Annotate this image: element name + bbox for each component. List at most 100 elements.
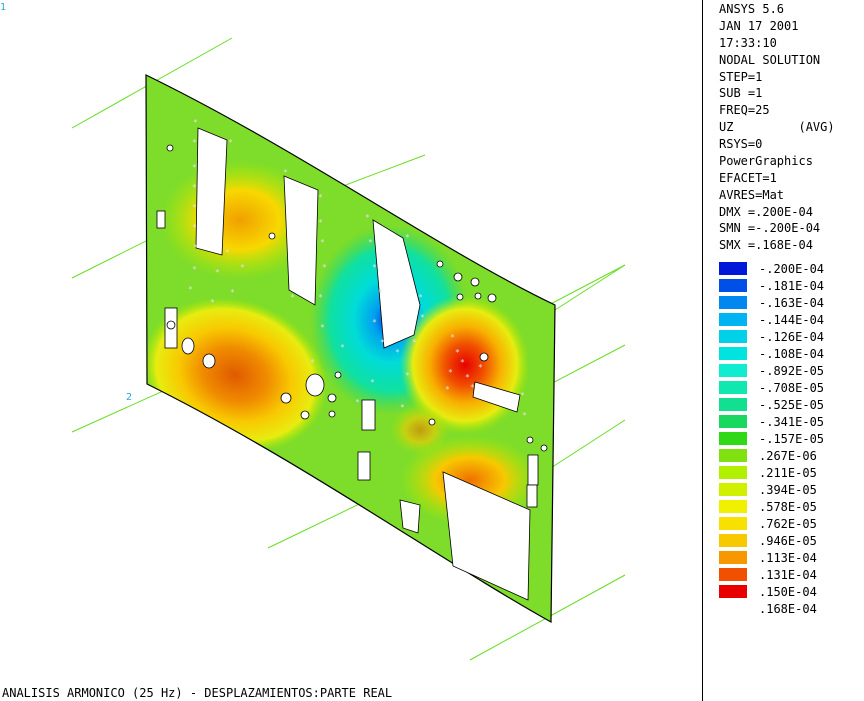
legend-swatch <box>719 551 747 564</box>
graphics-viewport[interactable]: * * * * * * * * * * * * * * * * * * * * * * * * * * * * * * * *… <box>0 0 702 701</box>
svg-text:*: * <box>322 263 327 272</box>
svg-text:*: * <box>192 265 197 274</box>
smx-value: SMX =.168E-04 <box>719 238 813 252</box>
svg-text:*: * <box>318 193 323 202</box>
legend-label: .946E-05 <box>759 534 817 548</box>
legend-swatch <box>719 381 747 394</box>
legend-swatch <box>719 483 747 496</box>
svg-text:*: * <box>240 263 245 272</box>
svg-text:*: * <box>372 318 377 327</box>
panel-divider <box>702 0 703 701</box>
corner-axis-label: 1 <box>0 2 7 13</box>
legend-swatch <box>719 517 747 530</box>
legend-label: -.892E-05 <box>759 364 825 378</box>
svg-text:*: * <box>405 371 410 380</box>
svg-text:*: * <box>310 358 315 367</box>
legend-label: .267E-06 <box>759 449 817 463</box>
svg-text:*: * <box>478 363 483 372</box>
step-value: STEP=1 <box>719 70 763 84</box>
svg-text:*: * <box>448 368 453 377</box>
svg-text:*: * <box>210 298 215 307</box>
svg-text:*: * <box>412 338 417 347</box>
legend-label: -.200E-04 <box>759 262 825 276</box>
svg-text:*: * <box>225 248 230 257</box>
z-axis-label: 2 <box>126 392 133 403</box>
avres-value: AVRES=Mat <box>719 188 785 202</box>
svg-text:*: * <box>283 168 288 177</box>
svg-text:*: * <box>192 223 197 232</box>
svg-text:*: * <box>318 218 323 227</box>
legend-label: .211E-05 <box>759 466 817 480</box>
legend-label: -.163E-04 <box>759 296 825 310</box>
freq-value: FREQ=25 <box>719 103 770 117</box>
legend-label: -.108E-04 <box>759 347 825 361</box>
legend-swatch <box>719 449 747 462</box>
legend-label: .113E-04 <box>759 551 817 565</box>
component-value: UZ (AVG) <box>719 120 835 134</box>
legend-swatch <box>719 296 747 309</box>
svg-text:*: * <box>420 313 425 322</box>
svg-text:*: * <box>290 293 295 302</box>
svg-text:*: * <box>320 323 325 332</box>
svg-text:*: * <box>228 138 233 147</box>
legend-label: .762E-05 <box>759 517 817 531</box>
svg-text:*: * <box>193 243 198 252</box>
svg-text:*: * <box>365 213 370 222</box>
legend-label: -.181E-04 <box>759 279 825 293</box>
run-date: JAN 17 2001 <box>719 19 799 33</box>
legend-swatch <box>719 262 747 275</box>
svg-text:*: * <box>445 385 450 394</box>
legend-swatch <box>719 466 747 479</box>
svg-text:*: * <box>340 343 345 352</box>
rsys-value: RSYS=0 <box>719 137 763 151</box>
svg-text:*: * <box>465 373 470 382</box>
svg-text:*: * <box>318 293 323 302</box>
legend-label: -.126E-04 <box>759 330 825 344</box>
legend-label: .578E-05 <box>759 500 817 514</box>
graphics-mode: PowerGraphics <box>719 154 813 168</box>
svg-text:*: * <box>192 183 197 192</box>
svg-text:*: * <box>520 391 525 400</box>
svg-text:*: * <box>522 411 527 420</box>
svg-text:*: * <box>460 358 465 367</box>
svg-text:*: * <box>368 238 373 247</box>
svg-text:*: * <box>372 263 377 272</box>
run-time: 17:33:10 <box>719 36 777 50</box>
svg-text:*: * <box>193 118 198 127</box>
svg-text:*: * <box>405 233 410 242</box>
legend-swatch <box>719 330 747 343</box>
legend-swatch <box>719 432 747 445</box>
legend-swatch <box>719 279 747 292</box>
svg-text:*: * <box>470 383 475 392</box>
svg-text:*: * <box>418 293 423 302</box>
svg-text:*: * <box>192 203 197 212</box>
svg-text:*: * <box>230 288 235 297</box>
model-plot: * * * * * * * * * * * * * * * * * * * * * * * * * * * * * * * *… <box>71 37 626 661</box>
svg-text:*: * <box>380 338 385 347</box>
efacet-value: EFACET=1 <box>719 171 777 185</box>
legend-swatch <box>719 568 747 581</box>
legend-swatch <box>719 500 747 513</box>
legend-label: .394E-05 <box>759 483 817 497</box>
legend-swatch <box>719 534 747 547</box>
info-panel: ANSYS 5.6 JAN 17 2001 17:33:10 NODAL SOL… <box>704 0 864 701</box>
svg-text:*: * <box>320 238 325 247</box>
legend-swatch <box>719 585 747 598</box>
legend-label: -.157E-05 <box>759 432 825 446</box>
solution-type: NODAL SOLUTION <box>719 53 821 67</box>
dmx-value: DMX =.200E-04 <box>719 205 813 219</box>
legend-label: -.144E-04 <box>759 313 825 327</box>
svg-text:*: * <box>188 285 193 294</box>
legend-max-label: .168E-04 <box>759 602 817 616</box>
legend-swatch <box>719 313 747 326</box>
legend-label: -.708E-05 <box>759 381 825 395</box>
svg-text:*: * <box>370 378 375 387</box>
program-version: ANSYS 5.6 <box>719 2 785 16</box>
legend-label: .150E-04 <box>759 585 817 599</box>
svg-text:*: * <box>192 163 197 172</box>
legend-swatch <box>719 415 747 428</box>
smn-value: SMN =-.200E-04 <box>719 221 821 235</box>
legend-label: .131E-04 <box>759 568 817 582</box>
svg-text:*: * <box>192 138 197 147</box>
svg-text:*: * <box>455 348 460 357</box>
